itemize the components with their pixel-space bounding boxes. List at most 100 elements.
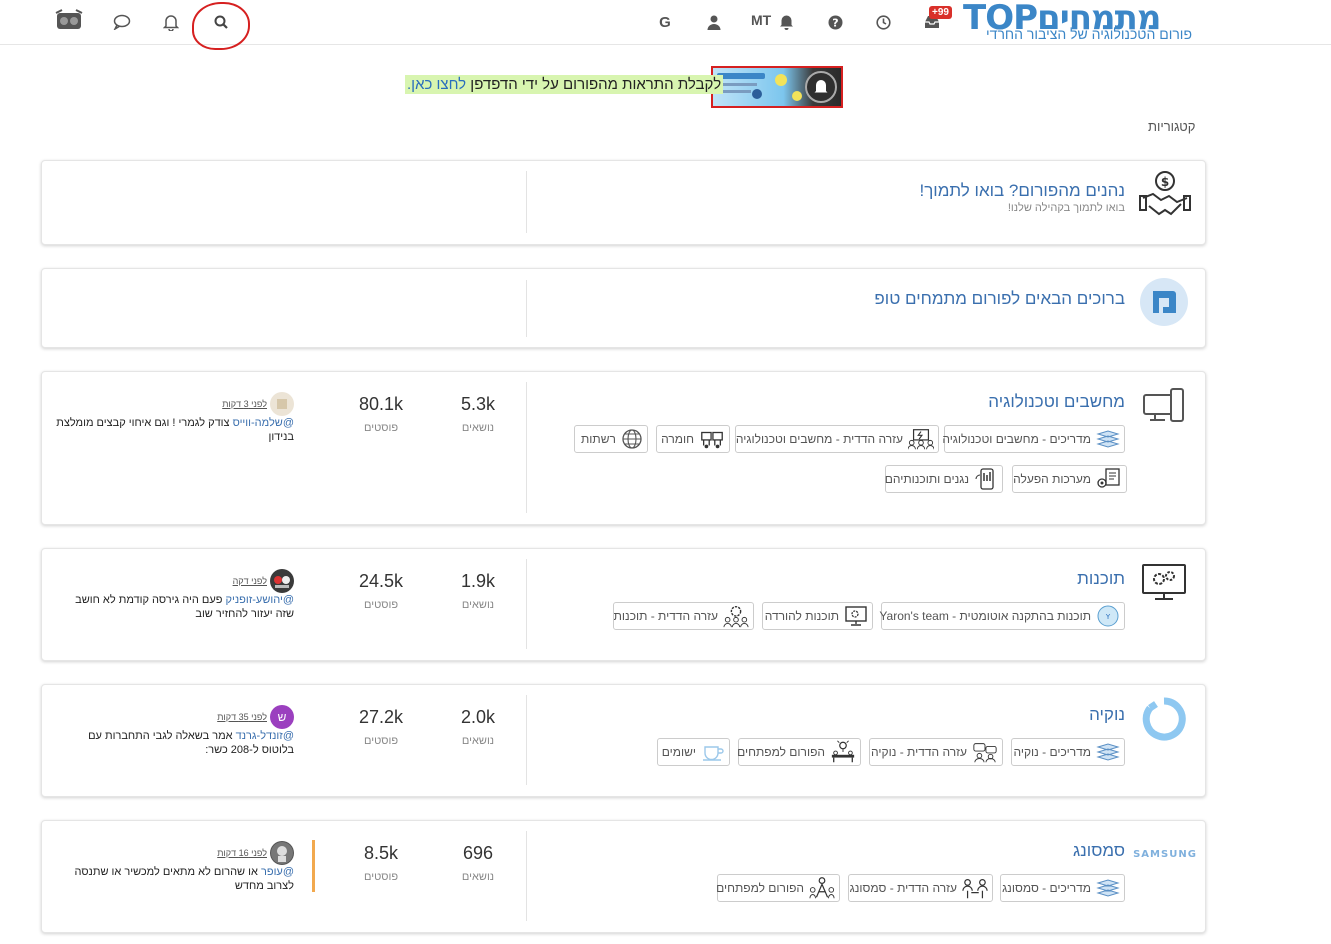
guides-icon [1096,428,1120,450]
google-icon[interactable]: G [653,10,677,34]
card-divider [526,831,527,921]
subcategory-label: נגנים ותוכנותיהם [884,472,969,486]
clock-icon[interactable] [871,10,895,34]
last-post-avatar[interactable]: ש [270,705,294,729]
subcategory-label: ישומים [661,745,696,759]
topics-label: נושאים [461,871,495,883]
posts-label: פוסטים [363,871,399,883]
notifications-banner-text: לקבלת התראות מהפורום על ידי הדפדפן לחצו … [405,75,724,94]
subcategory-link[interactable]: הפורום למפתחים [716,874,840,902]
avatar-icon[interactable] [54,8,84,34]
banner-link[interactable]: לחצו כאן. [407,76,466,93]
user-icon[interactable] [702,10,726,34]
subcategory-label: עזרה הדדית - מחשבים וטכנולוגיה [735,432,903,446]
mutual-help-icon [908,428,934,450]
posts-count: 8.5k [363,843,399,863]
globe-icon [621,428,643,450]
subcategory-label: תוכנות להורדה [764,609,839,623]
developers-icon [809,877,835,899]
subcategory-link[interactable]: מדריכים - מחשבים וטכנולוגיה [942,425,1125,453]
operating-systems-icon [1096,468,1122,490]
guides-icon [1096,741,1120,763]
last-post-teaser[interactable]: @עופר או שהרום לא מתאים למכשיר או שתנסה … [54,865,294,893]
topics-label: נושאים [461,599,495,611]
subcategory-link[interactable]: הפורום למפתחים [737,738,861,766]
category-title[interactable]: ברוכים הבאים לפורום מתמחים טופ [874,289,1125,309]
category-title[interactable]: נהנים מהפורום? בואו לתמוך! [920,181,1126,201]
nokia-logo-icon [1142,697,1186,741]
topics-count: 1.9k [460,571,496,591]
last-post-user[interactable]: @זונדל-גרנד [236,730,294,742]
category-description: בואו לתמוך בקהילה שלנו! [1007,202,1125,214]
last-post-user[interactable]: @שלמה-ווייס [233,417,294,429]
banner-text: לקבלת התראות מהפורום על ידי הדפדפן [466,76,722,93]
subcategory-link[interactable]: מערכות הפעלה [1012,465,1127,493]
subcategory-link[interactable]: עזרה הדדית - סמסונג [848,874,993,902]
guides-icon [1096,877,1120,899]
topics-label: נושאים [461,422,495,434]
bell-icon[interactable] [159,10,183,34]
subcategory-link[interactable]: נגנים ותוכנותיהם [885,465,1003,493]
category-title[interactable]: תוכנות [1077,569,1125,589]
posts-count: 80.1k [358,394,404,414]
last-post-avatar[interactable] [270,569,294,593]
coffee-cup-icon [701,741,725,763]
categories-heading: קטגוריות [1148,119,1196,134]
svg-text:$: $ [1161,175,1169,189]
logo-tagline: פורום הטכנולוגיה של הציבור החרדי [986,26,1192,42]
notifications-banner-image[interactable] [711,66,843,108]
category-title[interactable]: נוקיה [1089,705,1125,725]
subcategory-label: מדריכים - סמסונג [1002,881,1091,895]
subcategory-label: חומרה [661,432,694,446]
topics-count: 5.3k [460,394,496,414]
svg-text:?: ? [832,16,838,29]
last-post-time[interactable]: לפני 16 דקות [217,848,267,858]
subcategory-label: תוכנות בהתקנה אוטומטית - Yaron's team [879,609,1091,623]
category-title[interactable]: סמסונג [1073,841,1125,861]
user-initials[interactable]: MT [751,12,771,28]
subcategory-link[interactable]: עזרה הדדית - מחשבים וטכנולוגיה [735,425,939,453]
card-divider [526,171,527,233]
search-highlight-annotation [192,2,250,50]
category-title[interactable]: מחשבים וטכנולוגיה [988,392,1125,412]
hardware-icon [699,428,725,450]
last-post-time[interactable]: לפני 3 דקות [222,399,267,409]
subcategory-label: עזרה הדדית - סמסונג [849,881,957,895]
mutual-help-chat-icon [972,741,998,763]
subcategory-link[interactable]: תוכנות להורדה [762,602,873,630]
last-post-avatar[interactable] [270,841,294,865]
subcategory-link[interactable]: רשתות [574,425,648,453]
bell-icon[interactable] [774,10,798,34]
developers-icon [830,740,856,763]
subcategory-link[interactable]: מדריכים - סמסונג [1000,874,1125,902]
last-post-teaser[interactable]: @זונדל-גרנד אמר בשאלה לגבי התחברות עם בל… [54,729,294,757]
unread-indicator [312,840,315,892]
last-post-time[interactable]: לפני 35 דקות [217,712,267,722]
subcategory-link[interactable]: עזרה הדדית - תוכנות [613,602,754,630]
subcategory-link[interactable]: ישומים [657,738,730,766]
card-divider [526,695,527,785]
subcategory-link[interactable]: תוכנות בהתקנה אוטומטית - Yaron's team Y [879,602,1125,630]
notification-badge: +99 [929,6,952,19]
forum-logo-icon [1140,278,1188,326]
card-divider [526,382,527,513]
download-software-icon [844,605,868,627]
last-post-time[interactable]: לפני דקה [233,576,267,586]
subcategory-link[interactable]: עזרה הדדית - נוקיה [869,738,1003,766]
last-post-avatar[interactable] [270,392,294,416]
topics-count: 2.0k [460,707,496,727]
top-navbar: G MT ? +99 TOPמתמחים פורום הטכנולוגיה של… [0,0,1331,50]
subcategory-link[interactable]: חומרה [656,425,730,453]
last-post-teaser[interactable]: @שלמה-ווייס צודק לגמרי ! וגם איחוי קבצים… [54,416,294,444]
last-post-user[interactable]: @יהושע-זופניק [226,594,294,606]
help-icon[interactable]: ? [823,10,847,34]
subcategory-link[interactable]: מדריכים - נוקיה [1011,738,1125,766]
topics-label: נושאים [461,735,495,747]
chat-icon[interactable] [110,10,134,34]
subcategory-label: עזרה הדדית - תוכנות [613,609,718,623]
devices-icon [1141,386,1187,426]
posts-count: 24.5k [358,571,404,591]
last-post-user[interactable]: @עופר [261,866,294,878]
svg-text:Y: Y [1105,613,1111,621]
last-post-teaser[interactable]: @יהושע-זופניק פעם היה גירסה קודמת לא חוש… [54,593,294,621]
